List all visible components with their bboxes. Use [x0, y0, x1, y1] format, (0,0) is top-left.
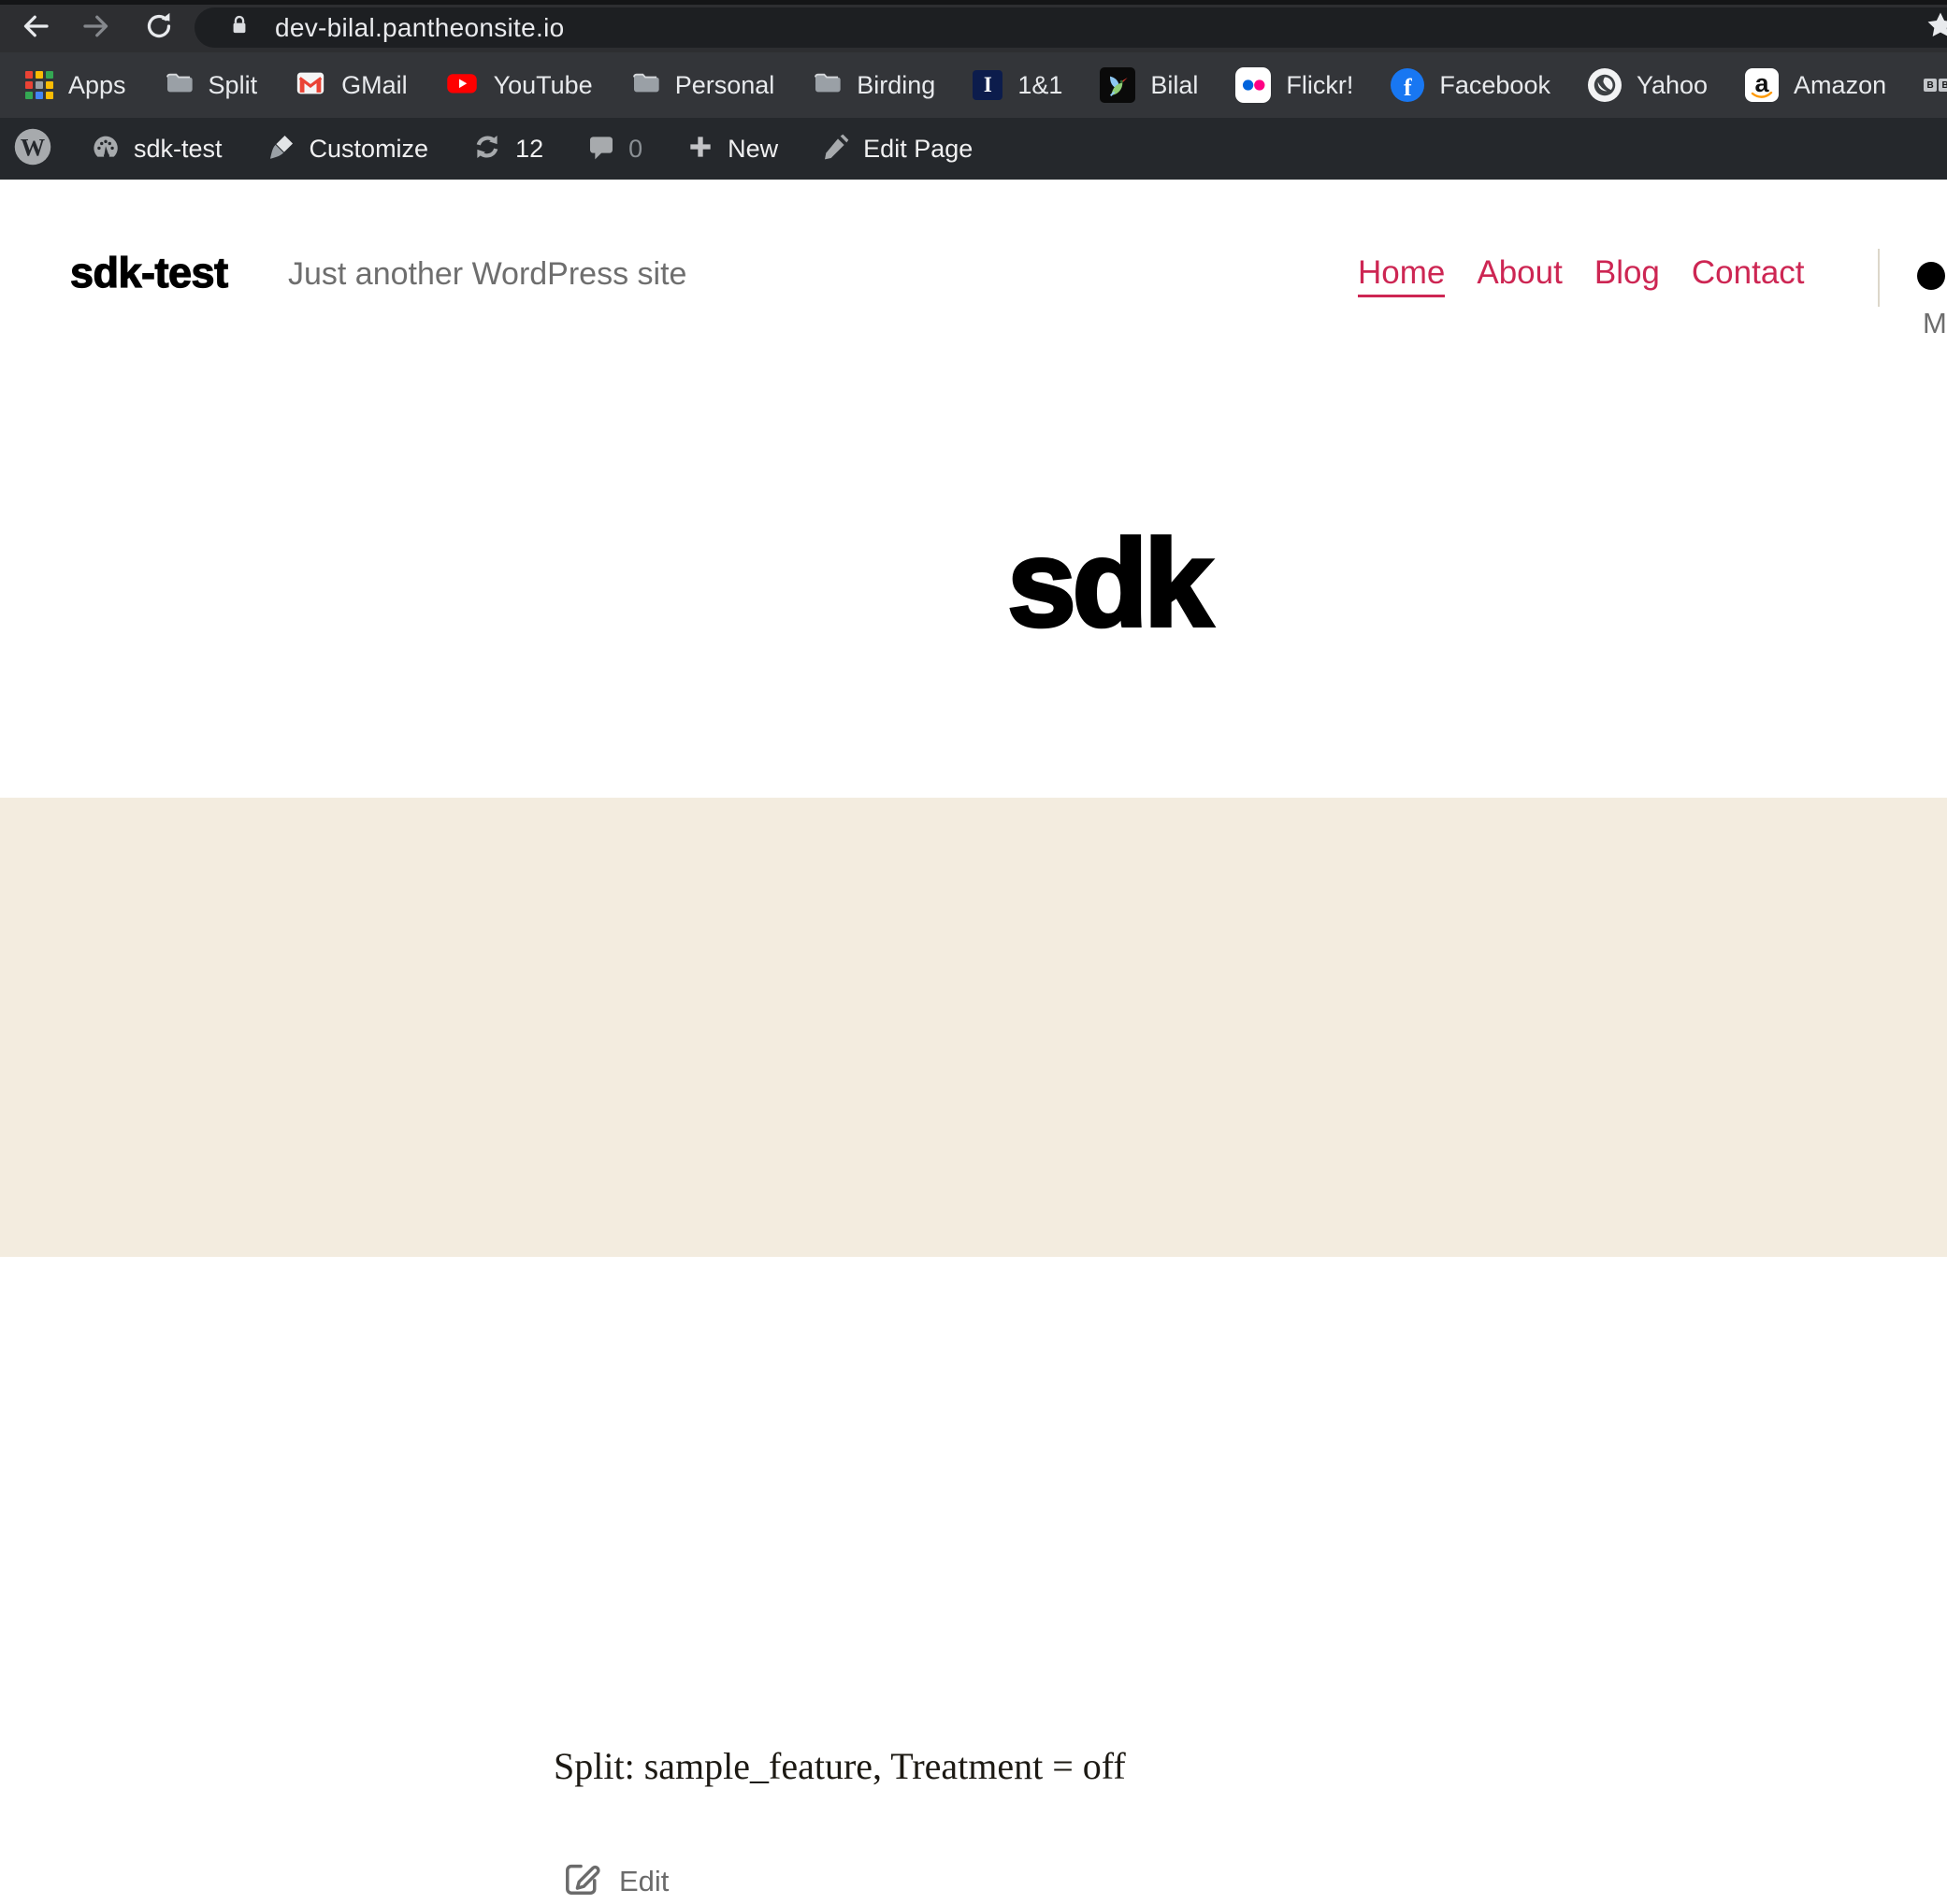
bookmark-label: Yahoo [1637, 71, 1708, 100]
amazon-icon: a [1745, 68, 1779, 102]
oneandone-icon: I [973, 70, 1002, 100]
edit-link-label: Edit [619, 1865, 669, 1898]
admin-comments[interactable]: 0 [586, 132, 642, 166]
bookmark-label: GMail [341, 71, 408, 100]
bookmark-folder-birding[interactable]: Birding [812, 68, 935, 103]
bookmark-label: Personal [675, 71, 775, 100]
bookmark-folder-personal[interactable]: Personal [630, 68, 775, 103]
page-title: sdk [1007, 512, 1208, 654]
facebook-icon: f [1391, 68, 1424, 102]
bookmark-yahoo[interactable]: Yahoo [1588, 68, 1708, 102]
admin-edit-page[interactable]: Edit Page [821, 132, 973, 166]
window-frame-strip [0, 0, 1947, 5]
dashboard-gauge-icon [90, 131, 122, 167]
post-section: Split: sample_feature, Treatment = off E… [0, 798, 1947, 1257]
header-menu-dot-icon[interactable] [1917, 262, 1945, 290]
bookmark-label: Facebook [1439, 71, 1550, 100]
nav-link-home[interactable]: Home [1358, 254, 1445, 297]
bookmark-oneandone[interactable]: I 1&1 [973, 70, 1062, 100]
admin-new[interactable]: New [685, 132, 778, 166]
browser-reload-button[interactable] [140, 7, 178, 45]
bookmark-label: YouTube [494, 71, 593, 100]
folder-icon [630, 68, 660, 103]
site-title[interactable]: sdk-test [70, 249, 228, 297]
hummingbird-icon [1100, 67, 1135, 103]
admin-updates-count: 12 [515, 135, 543, 164]
address-bar[interactable]: dev-bilal.pantheonsite.io [195, 7, 1947, 48]
svg-text:W: W [21, 134, 45, 161]
admin-comments-count: 0 [628, 135, 642, 164]
comment-bubble-icon [586, 132, 616, 166]
bookmark-bbc[interactable]: B B C BBC [1924, 71, 1947, 100]
bookmark-label: Amazon [1794, 71, 1886, 100]
lock-icon[interactable] [226, 12, 252, 43]
gmail-icon [295, 67, 326, 104]
footer-section-start [0, 1257, 1947, 1276]
admin-site-name[interactable]: sdk-test [90, 131, 223, 167]
bookmark-label: Bilal [1150, 71, 1198, 100]
url-text[interactable]: dev-bilal.pantheonsite.io [275, 13, 564, 43]
bookmark-label: Apps [68, 71, 126, 100]
browser-forward-button[interactable] [78, 7, 115, 45]
edit-pencil-square-icon [561, 1858, 602, 1904]
bookmark-amazon[interactable]: a Amazon [1745, 68, 1886, 102]
bookmarks-bar: Apps Split GMail YouTube Personal Birdin… [0, 52, 1947, 118]
nav-link-blog[interactable]: Blog [1594, 254, 1660, 297]
reload-icon [142, 9, 176, 43]
bookmark-label: Flickr! [1286, 71, 1353, 100]
wp-logo-button[interactable]: W [13, 127, 52, 171]
pencil-icon [821, 132, 851, 166]
admin-edit-page-label: Edit Page [863, 135, 973, 164]
bookmark-label: Split [209, 71, 258, 100]
header-separator [1878, 249, 1880, 307]
paintbrush-icon [266, 131, 297, 167]
plus-icon [685, 132, 715, 166]
admin-updates[interactable]: 12 [471, 131, 543, 167]
nav-link-contact[interactable]: Contact [1692, 254, 1805, 297]
bookmark-star-partial-icon[interactable] [1925, 9, 1947, 46]
browser-toolbar: dev-bilal.pantheonsite.io [0, 0, 1947, 52]
flickr-icon [1235, 67, 1271, 103]
header-cutoff-label: M [1923, 307, 1947, 340]
admin-customize-label: Customize [310, 135, 429, 164]
youtube-icon [445, 66, 479, 105]
post-body-text: Split: sample_feature, Treatment = off [554, 1744, 1126, 1788]
bookmark-label: 1&1 [1017, 71, 1062, 100]
nav-link-about[interactable]: About [1477, 254, 1562, 297]
wordpress-logo-icon: W [13, 127, 52, 171]
site-tagline: Just another WordPress site [288, 256, 686, 293]
folder-icon [812, 68, 842, 103]
bookmark-flickr[interactable]: Flickr! [1235, 67, 1353, 103]
wp-admin-bar: W sdk-test Customize [0, 118, 1947, 180]
browser-back-button[interactable] [17, 7, 54, 45]
bbc-icon: B B C [1924, 79, 1947, 92]
admin-customize[interactable]: Customize [266, 131, 429, 167]
apps-grid-icon [25, 71, 53, 99]
bookmark-apps[interactable]: Apps [25, 71, 126, 100]
bookmark-gmail[interactable]: GMail [295, 67, 408, 104]
back-arrow-icon [19, 9, 52, 43]
bookmark-youtube[interactable]: YouTube [445, 66, 593, 105]
folder-icon [164, 68, 194, 103]
bookmark-folder-split[interactable]: Split [164, 68, 258, 103]
update-arrows-icon [471, 131, 503, 167]
edit-post-link[interactable]: Edit [561, 1858, 669, 1904]
primary-nav: Home About Blog Contact [1358, 254, 1805, 297]
globe-icon [1588, 68, 1622, 102]
admin-site-name-label: sdk-test [134, 135, 223, 164]
bookmark-bilal[interactable]: Bilal [1100, 67, 1198, 103]
bookmark-label: Birding [857, 71, 935, 100]
admin-new-label: New [728, 135, 778, 164]
forward-arrow-icon [79, 9, 113, 43]
bookmark-facebook[interactable]: f Facebook [1391, 68, 1550, 102]
